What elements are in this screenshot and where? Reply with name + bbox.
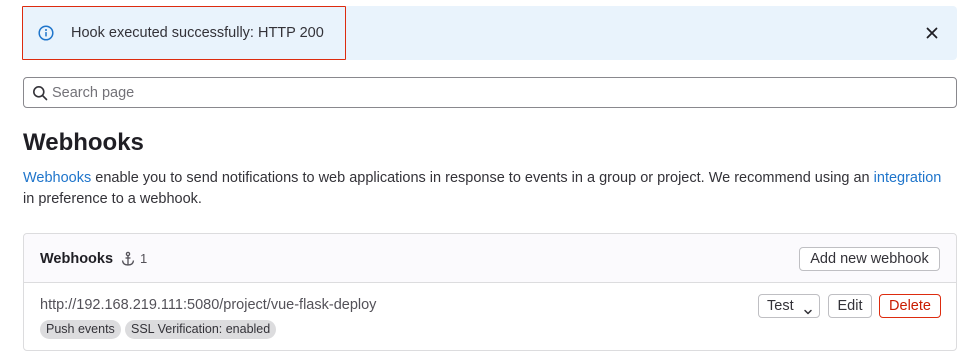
description-text-1: enable you to send notifications to web … [91,170,874,186]
webhook-url: http://192.168.219.111:5080/project/vue-… [40,297,377,313]
search-box[interactable] [23,77,957,108]
add-new-webhook-button[interactable]: Add new webhook [799,247,940,271]
info-icon [38,25,54,41]
webhooks-card-title: Webhooks [40,251,114,267]
alert-message: Hook executed successfully: HTTP 200 [71,25,324,41]
webhooks-card: Webhooks 1 Add new webhook http://192.16… [23,233,957,351]
search-icon [32,85,48,101]
webhooks-docs-link[interactable]: Webhooks [23,170,91,186]
status-badge: Push events [40,320,121,339]
integration-link[interactable]: integration [874,170,942,186]
status-badge: SSL Verification: enabled [125,320,277,339]
webhooks-card-header: Webhooks 1 Add new webhook [24,234,956,283]
success-alert: Hook executed successfully: HTTP 200 [22,6,957,60]
close-icon[interactable] [921,22,943,44]
anchor-icon [120,251,136,267]
page-description: Webhooks enable you to send notification… [23,168,943,210]
page-title: Webhooks [23,129,144,156]
delete-webhook-button[interactable]: Delete [879,294,941,318]
webhooks-count: 1 [140,251,148,266]
edit-webhook-button[interactable]: Edit [828,294,872,318]
description-text-2: in preference to a webhook. [23,191,202,207]
test-label: Test [767,298,794,314]
test-webhook-dropdown[interactable]: Test [758,294,820,318]
chevron-down-icon [803,302,813,315]
search-input[interactable] [52,78,942,107]
